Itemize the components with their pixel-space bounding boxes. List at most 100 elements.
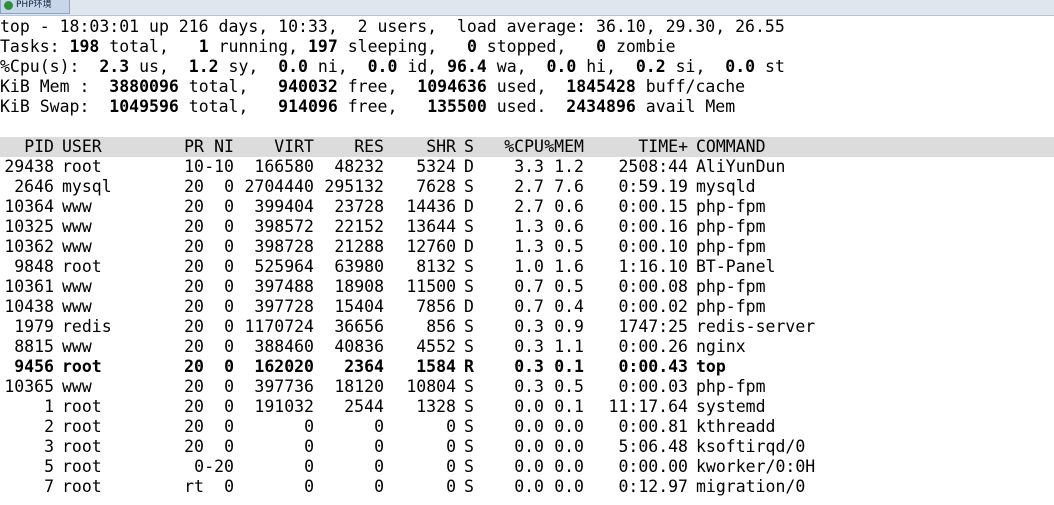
summary-label: wa,	[486, 57, 547, 76]
cell-ni: 0	[224, 337, 234, 356]
terminal-tab-bar: PHP环境	[0, 0, 1054, 16]
summary-label: si,	[665, 57, 726, 76]
column-header-state: S	[464, 137, 474, 156]
cell-pid: 10438	[4, 297, 54, 316]
cell-virt: 388460	[254, 337, 314, 356]
summary-label: avail Mem	[635, 97, 736, 116]
summary-label: used.	[486, 97, 567, 116]
cell-time: 11:17.64	[608, 397, 688, 416]
cell-pid: 5	[44, 457, 54, 476]
cell-state: S	[464, 417, 474, 436]
cell-time: 0:00.10	[618, 237, 688, 256]
cell-ni: -10	[204, 157, 234, 176]
cell-res: 18120	[334, 377, 384, 396]
cell-cpu: 0.3	[514, 357, 544, 376]
cell-mem: 0.5	[554, 377, 584, 396]
summary-value: 135500	[427, 97, 487, 116]
process-row: 2 root 20 0 0 0 0 S 0.0 0.0 0:00.81 kthreadd	[0, 417, 1054, 437]
process-table-header: PID USER PR NI VIRT RES SHR S %CPU%MEM TIME+ COMMA…	[0, 137, 1054, 157]
summary-value: 0.0	[725, 57, 756, 76]
cell-user: www	[62, 277, 92, 296]
summary-value: 0.0	[367, 57, 398, 76]
process-row: 1 root 20 0 191032 2544 1328 S 0.0 0.1 11:17.64 sys…	[0, 397, 1054, 417]
process-row: 5 root 0-20 0 0 0 S 0.0 0.0 0:00.00 kworker/0:0H	[0, 457, 1054, 477]
summary-value: 3880096	[109, 77, 179, 96]
cell-pr: 20	[184, 217, 204, 236]
swap-line: KiB Swap: 1049596 total, 914096 free, 13…	[0, 97, 1054, 117]
process-row: 10361 www 20 0 397488 18908 11500 S 0.7 0.5 0:00.0…	[0, 277, 1054, 297]
cell-pr: 20	[184, 437, 204, 456]
cell-virt: 2704440	[244, 177, 314, 196]
cell-cpu: 0.0	[514, 437, 544, 456]
cell-shr: 5324	[416, 157, 456, 176]
cell-command: BT-Panel	[696, 257, 776, 276]
cell-res: 18908	[334, 277, 384, 296]
cell-time: 0:00.03	[618, 377, 688, 396]
cell-cpu: 0.0	[514, 417, 544, 436]
cell-state: R	[464, 357, 474, 376]
cell-cpu: 0.3	[514, 337, 544, 356]
summary-value: 2.3	[99, 57, 130, 76]
cell-ni: 0	[224, 437, 234, 456]
summary-value: 0.0	[546, 57, 577, 76]
cell-pr: 0	[194, 457, 204, 476]
cell-virt: 525964	[254, 257, 314, 276]
terminal-output[interactable]: top - 18:03:01 up 216 days, 10:33, 2 use…	[0, 17, 1054, 497]
session-tab[interactable]: PHP环境	[0, 0, 70, 14]
summary-value: 1.2	[188, 57, 219, 76]
cell-shr: 11500	[406, 277, 456, 296]
cell-shr: 10804	[406, 377, 456, 396]
cell-pr: 20	[184, 297, 204, 316]
cell-shr: 0	[446, 457, 456, 476]
cell-state: S	[464, 257, 474, 276]
cell-pr: 20	[184, 377, 204, 396]
cell-user: mysql	[62, 177, 112, 196]
cell-shr: 1584	[416, 357, 456, 376]
cell-state: S	[464, 317, 474, 336]
cell-shr: 4552	[416, 337, 456, 356]
process-row: 10364 www 20 0 399404 23728 14436 D 2.7 0.6 0:00.1…	[0, 197, 1054, 217]
cell-mem: 0.0	[554, 457, 584, 476]
summary-value: 0	[596, 37, 607, 56]
cell-cpu: 0.0	[514, 397, 544, 416]
cell-user: root	[62, 157, 102, 176]
cell-ni: 0	[224, 277, 234, 296]
cell-virt: 399404	[254, 197, 314, 216]
cell-time: 0:59.19	[618, 177, 688, 196]
cell-shr: 13644	[406, 217, 456, 236]
cell-time: 0:12.97	[618, 477, 688, 496]
summary-label: running,	[208, 37, 308, 56]
cell-pid: 10365	[4, 377, 54, 396]
summary-label: total,	[178, 97, 279, 116]
cell-command: nginx	[696, 337, 746, 356]
cell-user: root	[62, 357, 102, 376]
summary-value: 96.4	[447, 57, 487, 76]
cell-shr: 12760	[406, 237, 456, 256]
cell-virt: 0	[304, 437, 314, 456]
cell-ni: 0	[224, 377, 234, 396]
cell-ni: 0	[224, 417, 234, 436]
cell-user: root	[62, 477, 102, 496]
summary-value: 1049596	[109, 97, 179, 116]
process-row: 2646 mysql 20 0 2704440 295132 7628 S 2.7 7.6 0:59…	[0, 177, 1054, 197]
summary-label: KiB Mem :	[0, 77, 110, 96]
summary-label: total,	[178, 77, 279, 96]
process-row: 9456 root 20 0 162020 2364 1584 R 0.3 0.1 0:00.43 t…	[0, 357, 1054, 377]
cell-mem: 0.0	[554, 417, 584, 436]
uptime-line: top - 18:03:01 up 216 days, 10:33, 2 use…	[0, 17, 785, 36]
process-row: 29438 root 10-10 166580 48232 5324 D 3.3 1.2 2508…	[0, 157, 1054, 177]
cell-cpu: 1.3	[514, 217, 544, 236]
cell-cpu: 2.7	[514, 177, 544, 196]
cell-command: kworker/0:0H	[696, 457, 816, 476]
cell-user: www	[62, 297, 92, 316]
cell-pid: 9456	[14, 357, 54, 376]
process-row: 8815 www 20 0 388460 40836 4552 S 0.3 1.1 0:00.26 n…	[0, 337, 1054, 357]
cell-virt: 0	[304, 417, 314, 436]
cell-user: www	[62, 337, 92, 356]
cell-res: 48232	[334, 157, 384, 176]
cell-mem: 0.9	[554, 317, 584, 336]
cell-shr: 7856	[416, 297, 456, 316]
cell-res: 2364	[344, 357, 384, 376]
cell-pr: 20	[184, 317, 204, 336]
